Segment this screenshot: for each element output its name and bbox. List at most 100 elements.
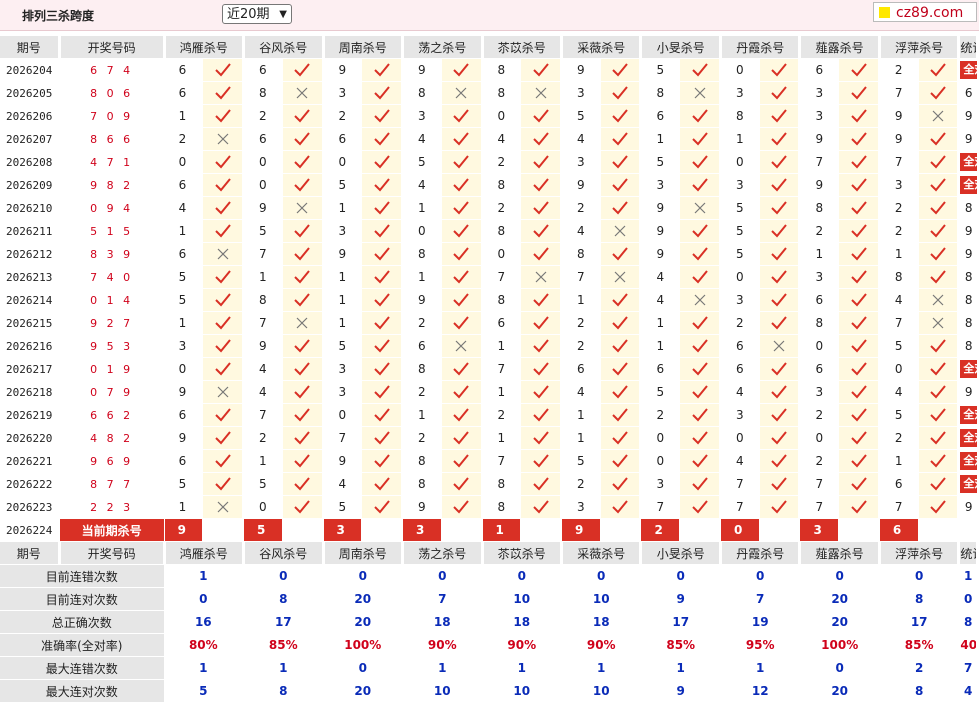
stat-value: 8 [958,610,979,634]
check-icon [838,127,881,151]
draw-numbers: 8 3 9 [59,242,165,266]
kill-number: 6 [164,403,204,427]
check-icon [520,495,563,519]
table-row: 20262204 8 29 2 7 2 1 1 0 0 0 2 全对 [0,426,978,450]
kill-number: 7 [243,403,283,427]
stat-value: 0 [958,587,979,611]
kill-number: 1 [640,334,681,358]
kill-number: 6 [482,311,522,335]
stat-value: 2 [879,656,961,680]
kill-number: 9 [243,196,283,220]
stat-value: 17 [879,610,961,634]
check-icon [918,173,961,197]
cross-icon [918,311,961,335]
kill-number: 8 [402,81,442,105]
check-icon [361,127,405,151]
cross-icon [441,334,484,358]
kill-number: 5 [640,380,681,404]
period-range-select[interactable]: 近20期 ▼ [222,4,292,24]
check-icon [679,173,722,197]
stat-value: 16 [164,610,246,634]
correct-count: 8 [958,311,978,335]
stat-value: 95% [720,633,802,657]
table-row: 20262228 7 75548823776全对 [0,472,978,496]
check-icon [202,449,246,473]
kill-number: 0 [243,495,283,519]
kill-number: 7 [879,150,919,174]
correct-count: 9 [958,104,978,128]
check-icon [361,81,405,105]
table-row: 20262219 6 96 1 9 8 7 5 0 4 2 1 全对 [0,449,978,473]
check-icon [838,81,881,105]
check-icon [759,219,802,243]
all-correct-badge: 全对 [960,429,977,447]
kill-number: 1 [243,449,283,473]
period-cell: 2026216 [0,334,60,358]
stat-label: 目前连错次数 [0,564,165,588]
kill-number: 7 [243,242,283,266]
kill-number: 9 [402,58,442,82]
check-icon [918,357,961,381]
check-icon [838,426,881,450]
check-icon [520,150,563,174]
current-row: 2026224 当前期杀号 9 5 3 3 1 9 2 0 3 6 [0,518,978,542]
correct-count: 9 [958,219,978,243]
check-icon [759,196,802,220]
cross-icon [600,265,643,289]
kill-number: 3 [720,173,760,197]
cross-icon [600,219,643,243]
check-icon [361,150,405,174]
check-icon [441,196,484,220]
site-logo[interactable]: cz89.com [873,2,977,22]
check-icon [600,403,643,427]
check-icon [441,58,484,82]
check-icon [520,173,563,197]
check-icon [520,472,563,496]
cross-icon [679,288,722,312]
current-kill-number: 5 [243,518,283,542]
period-cell: 2026205 [0,81,60,105]
check-icon [918,81,961,105]
kill-number: 3 [323,81,363,105]
check-icon [441,426,484,450]
check-icon [838,403,881,427]
kill-number: 2 [799,449,840,473]
stat-value: 8 [243,587,325,611]
current-kill-number: 3 [402,518,442,542]
check-icon [520,104,563,128]
check-icon [679,219,722,243]
chevron-down-icon: ▼ [279,9,287,20]
check-icon [202,311,246,335]
kill-number: 5 [164,288,204,312]
correct-count: 8 [958,334,978,358]
kill-number: 3 [323,219,363,243]
check-icon [202,288,246,312]
stat-row: 总正确次数 16 17 20 18 18 18 17 19 20 17 8 [0,610,979,634]
stat-value: 9 [640,587,722,611]
kill-number: 3 [799,265,840,289]
stat-value: 20 [323,610,405,634]
check-icon [679,127,722,151]
kill-number: 2 [164,127,204,151]
kill-number: 5 [720,196,760,220]
stat-value: 18 [402,610,484,634]
check-icon [600,150,643,174]
stat-label: 目前连对次数 [0,587,165,611]
draw-numbers: 5 1 5 [59,219,165,243]
stat-value: 8 [879,587,961,611]
kill-number: 0 [640,426,681,450]
correct-count: 9 [958,242,978,266]
check-icon [361,219,405,243]
check-icon [202,357,246,381]
kill-number: 8 [482,472,522,496]
check-icon [202,196,246,220]
col-expert: 小旻杀号 [640,36,722,59]
check-icon [441,311,484,335]
check-icon [600,495,643,519]
kill-number: 2 [879,426,919,450]
check-icon [520,58,563,82]
kill-number: 8 [879,265,919,289]
table-row: 2026212 8 3 96 7 9 8 0 8 9 5 1 1 9 [0,242,978,266]
kill-number: 0 [720,150,760,174]
kill-number: 6 [164,81,204,105]
